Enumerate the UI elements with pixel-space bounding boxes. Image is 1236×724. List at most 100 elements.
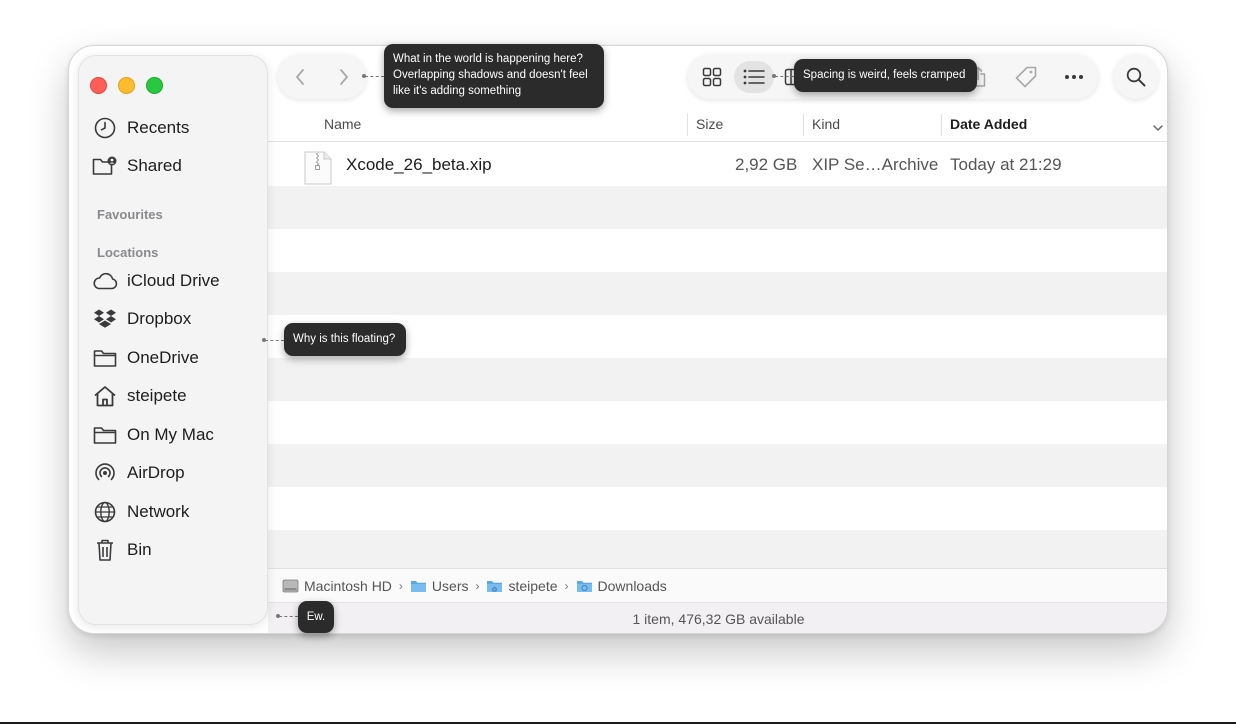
downloads-folder-icon [576, 579, 593, 593]
locations-heading: Locations [97, 245, 159, 260]
ellipsis-icon [1065, 75, 1083, 79]
column-divider [803, 114, 804, 136]
cloud-icon [92, 268, 118, 294]
list-item [268, 358, 1167, 401]
list-item [268, 401, 1167, 444]
annotation-toolbar: What in the world is happening here? Ove… [384, 44, 604, 108]
trash-icon [92, 537, 118, 563]
breadcrumb-label: Macintosh HD [304, 577, 392, 594]
folder-icon [92, 422, 118, 448]
navigation-controls [278, 55, 366, 99]
breadcrumb-label: Downloads [597, 577, 667, 594]
breadcrumb-steipete[interactable]: steipete [486, 577, 558, 594]
breadcrumb-separator: › [564, 578, 569, 593]
sidebar-item-network[interactable]: Network [92, 497, 189, 527]
sidebar-item-label: Shared [127, 156, 182, 175]
list-item [268, 444, 1167, 487]
list-item [268, 229, 1167, 272]
breadcrumb-macintosh-hd[interactable]: Macintosh HD [282, 578, 392, 594]
sidebar-item-label: On My Mac [127, 425, 214, 444]
home-icon [92, 383, 118, 409]
status-text: 1 item, 476,32 GB available [632, 611, 805, 627]
status-bar: 1 item, 476,32 GB available [268, 602, 1167, 633]
file-size: 2,92 GB [735, 155, 798, 174]
annotation-leader [279, 616, 298, 617]
annotation-ew: Ew. [298, 601, 334, 633]
sidebar-item-label: AirDrop [127, 463, 185, 482]
sidebar-item-label: OneDrive [127, 348, 199, 367]
sidebar-item-label: iCloud Drive [127, 271, 220, 290]
finder-window: Recents Shared Favourites Locations iClo… [68, 45, 1168, 634]
hard-drive-icon [282, 579, 299, 593]
more-button[interactable] [1054, 61, 1094, 93]
file-date-added: Today at 21:29 [950, 155, 1062, 174]
forward-button[interactable] [338, 68, 350, 86]
breadcrumb-separator: › [398, 578, 403, 593]
annotation-floating: Why is this floating? [284, 323, 406, 356]
sidebar-item-label: steipete [127, 386, 187, 405]
folder-icon [410, 579, 427, 593]
list-item [268, 487, 1167, 530]
folder-icon [92, 345, 118, 371]
sidebar-item-recents[interactable]: Recents [92, 113, 189, 143]
shared-folder-icon [92, 153, 118, 179]
sidebar-item-dropbox[interactable]: Dropbox [92, 304, 191, 334]
tag-button[interactable] [1006, 61, 1046, 93]
list-item [268, 272, 1167, 315]
path-bar: Macintosh HD › Users › steipete › Downlo… [268, 568, 1167, 602]
sidebar-item-label: Recents [127, 118, 190, 137]
list-view-button[interactable] [734, 61, 774, 93]
sidebar-item-label: Dropbox [127, 309, 192, 328]
favourites-heading: Favourites [97, 207, 163, 222]
column-divider [941, 114, 942, 136]
breadcrumb-users[interactable]: Users [410, 577, 469, 594]
annotation-leader [775, 76, 794, 77]
breadcrumb-label: Users [431, 577, 469, 594]
sidebar-item-shared[interactable]: Shared [92, 151, 182, 181]
sidebar-item-label: Bin [127, 540, 152, 559]
tag-icon [1015, 66, 1037, 88]
sidebar-item-airdrop[interactable]: AirDrop [92, 458, 185, 488]
search-icon [1126, 67, 1146, 87]
column-name[interactable]: Name [324, 116, 361, 132]
sidebar-item-icloud-drive[interactable]: iCloud Drive [92, 266, 220, 296]
breadcrumb-downloads[interactable]: Downloads [576, 578, 667, 594]
column-header: Name Size Kind Date Added [268, 112, 1167, 142]
list-icon [743, 69, 765, 85]
sidebar-item-onedrive[interactable]: OneDrive [92, 343, 199, 373]
list-item [268, 186, 1167, 229]
sidebar-item-on-my-mac[interactable]: On My Mac [92, 420, 214, 450]
sidebar-item-label: Network [127, 502, 190, 521]
close-button[interactable] [90, 77, 107, 94]
chevron-left-icon [296, 69, 304, 85]
sidebar: Recents Shared Favourites Locations iClo… [78, 55, 268, 625]
sidebar-item-bin[interactable]: Bin [92, 535, 152, 565]
minimize-button[interactable] [118, 77, 135, 94]
chevron-right-icon [340, 69, 348, 85]
page: Recents Shared Favourites Locations iClo… [0, 0, 1236, 724]
back-button[interactable] [294, 68, 306, 86]
file-list: Xcode_26_beta.xip 2,92 GB XIP Se…Archive… [268, 143, 1167, 573]
column-size[interactable]: Size [696, 116, 723, 132]
file-name: Xcode_26_beta.xip [346, 155, 492, 174]
list-item [268, 530, 1167, 573]
airdrop-icon [92, 460, 118, 486]
annotation-leader [365, 76, 384, 77]
home-folder-icon [486, 579, 503, 593]
annotation-spacing: Spacing is weird, feels cramped [794, 59, 977, 92]
file-kind: XIP Se…Archive [812, 155, 939, 174]
zoom-button[interactable] [146, 77, 163, 94]
breadcrumb-label: steipete [508, 577, 558, 594]
chevron-down-icon[interactable] [1152, 120, 1164, 136]
sidebar-item-steipete[interactable]: steipete [92, 381, 187, 411]
grid-icon [702, 67, 722, 87]
clock-icon [92, 115, 118, 141]
column-kind[interactable]: Kind [812, 116, 840, 132]
column-divider [687, 114, 688, 136]
icon-view-button[interactable] [692, 61, 732, 93]
table-row[interactable]: Xcode_26_beta.xip 2,92 GB XIP Se…Archive… [268, 143, 1167, 186]
search-button[interactable] [1114, 55, 1158, 99]
column-date-added[interactable]: Date Added [950, 116, 1027, 132]
breadcrumb-separator: › [475, 578, 480, 593]
annotation-leader [265, 340, 284, 341]
